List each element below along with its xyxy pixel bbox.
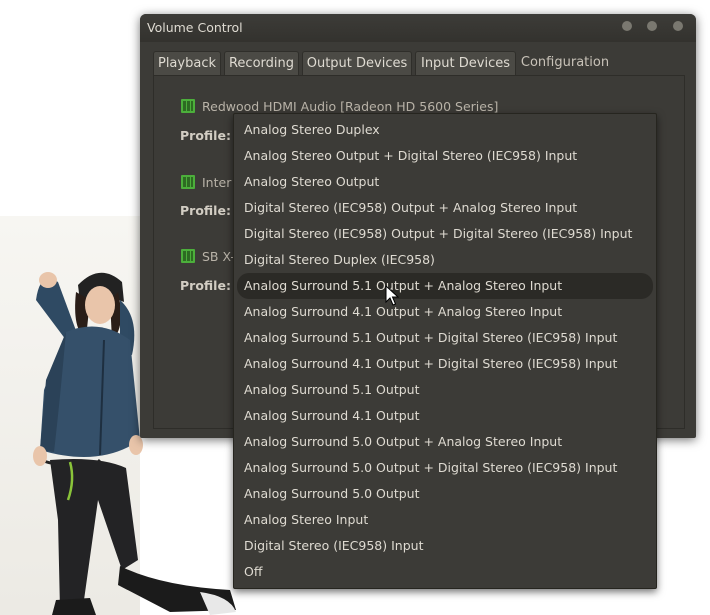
sound-card-icon: [181, 99, 195, 113]
profile-label: Profile:: [180, 128, 231, 143]
tab-input-devices[interactable]: Input Devices: [415, 51, 516, 75]
menu-item[interactable]: Analog Surround 4.1 Output: [234, 403, 656, 429]
menu-item[interactable]: Analog Stereo Output + Digital Stereo (I…: [234, 143, 656, 169]
menu-item[interactable]: Analog Surround 4.1 Output + Analog Ster…: [234, 299, 656, 325]
menu-item[interactable]: Analog Surround 4.1 Output + Digital Ste…: [234, 351, 656, 377]
menu-item[interactable]: Analog Surround 5.0 Output + Analog Ster…: [234, 429, 656, 455]
tab-configuration[interactable]: Configuration: [519, 51, 611, 74]
menu-item[interactable]: Analog Surround 5.0 Output: [234, 481, 656, 507]
minimize-button[interactable]: [622, 21, 632, 31]
window-title: Volume Control: [147, 20, 243, 35]
menu-item[interactable]: Analog Surround 5.1 Output: [234, 377, 656, 403]
profile-label: Profile:: [180, 278, 231, 293]
profile-label: Profile:: [180, 203, 231, 218]
menu-item[interactable]: Analog Stereo Duplex: [234, 117, 656, 143]
menu-item[interactable]: Off: [234, 559, 656, 585]
tab-output-devices[interactable]: Output Devices: [302, 51, 412, 75]
tab-recording[interactable]: Recording: [224, 51, 299, 75]
tab-playback[interactable]: Playback: [153, 51, 221, 75]
card-name-sb: SB X-: [202, 249, 235, 264]
card-name-internal: Inter: [202, 175, 232, 190]
menu-item[interactable]: Analog Stereo Output: [234, 169, 656, 195]
menu-item[interactable]: Analog Surround 5.1 Output + Digital Ste…: [234, 325, 656, 351]
menu-item[interactable]: Analog Stereo Input: [234, 507, 656, 533]
maximize-button[interactable]: [647, 21, 657, 31]
menu-item[interactable]: Digital Stereo Duplex (IEC958): [234, 247, 656, 273]
menu-item[interactable]: Analog Surround 5.0 Output + Digital Ste…: [234, 455, 656, 481]
profile-dropdown-menu: Analog Stereo Duplex Analog Stereo Outpu…: [233, 113, 657, 589]
mouse-pointer-icon: [385, 285, 399, 306]
close-button[interactable]: [673, 21, 683, 31]
menu-item-highlighted[interactable]: Analog Surround 5.1 Output + Analog Ster…: [237, 273, 653, 299]
menu-item[interactable]: Digital Stereo (IEC958) Output + Digital…: [234, 221, 656, 247]
title-bar[interactable]: Volume Control: [140, 14, 696, 42]
menu-item[interactable]: Digital Stereo (IEC958) Input: [234, 533, 656, 559]
menu-item[interactable]: Digital Stereo (IEC958) Output + Analog …: [234, 195, 656, 221]
card-name-hdmi: Redwood HDMI Audio [Radeon HD 5600 Serie…: [202, 99, 499, 114]
sound-card-icon: [181, 175, 195, 189]
sound-card-icon: [181, 249, 195, 263]
